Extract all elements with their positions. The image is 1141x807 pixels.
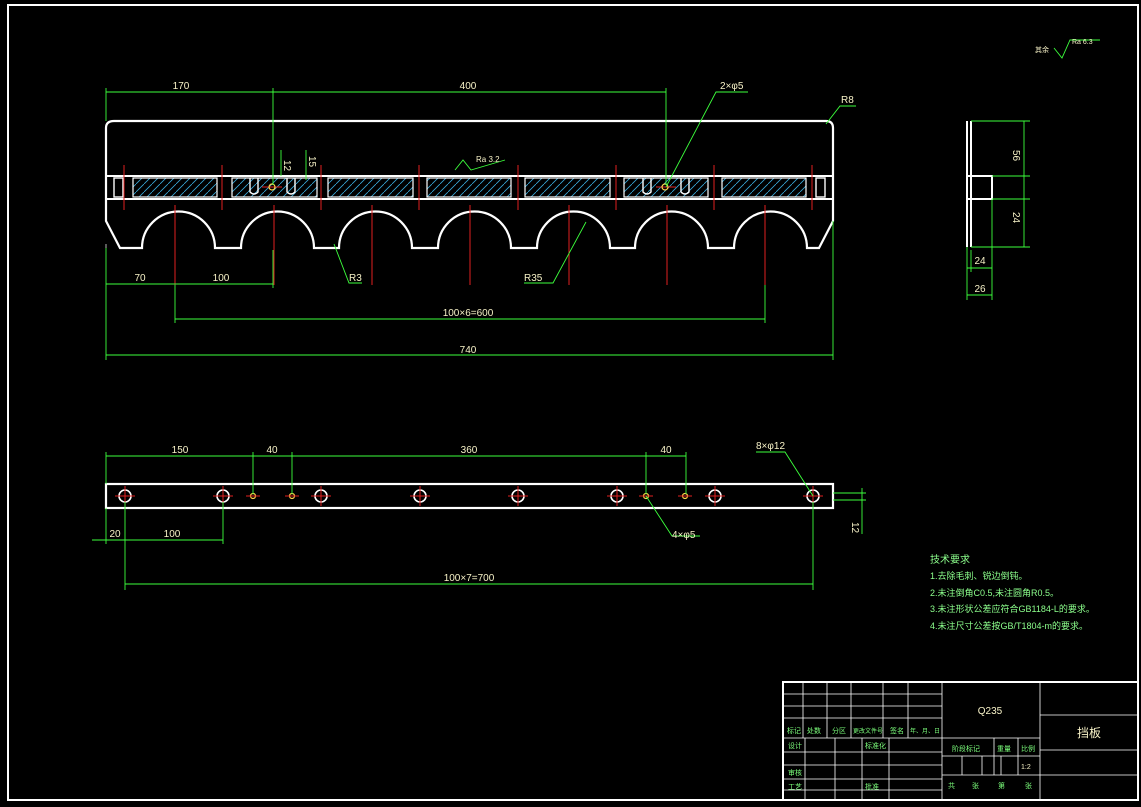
technical-requirements: 技术要求 1.去除毛刺、锐边倒钝。 2.未注倒角C0.5,未注圆角R0.5。 3… (930, 553, 1095, 631)
requirement-item: 1.去除毛刺、锐边倒钝。 (930, 570, 1028, 581)
rev-header-zone: 分区 (832, 726, 846, 735)
role-approve: 批准 (865, 782, 879, 791)
title-block: Q235 挡板 标记 处数 分区 更改文件号 签名 年、月、日 设计 标准化 审… (782, 681, 1139, 801)
dim-150: 150 (172, 445, 189, 456)
dim-170: 170 (173, 81, 190, 92)
scale-value: 1:2 (1021, 764, 1031, 771)
sheet-no-prefix: 第 (998, 781, 1005, 790)
requirement-item: 4.未注尺寸公差按GB/T1804-m的要求。 (930, 620, 1088, 631)
dim-100x7-700: 100×7=700 (444, 573, 495, 584)
dim-100x6-600: 100×6=600 (443, 308, 494, 319)
role-design: 设计 (788, 741, 802, 750)
dim-8x-phi12: 8×φ12 (756, 441, 785, 452)
dim-24-horizontal: 24 (974, 256, 986, 267)
dim-2x-phi5: 2×φ5 (720, 81, 744, 92)
top-view: 150 40 360 40 8×φ12 20 100 4×φ5 12 100×7… (92, 441, 866, 590)
front-view: 170 400 2×φ5 R8 12 15 Ra 3.2 70 100 R3 R… (104, 81, 856, 360)
dim-r3: R3 (349, 273, 362, 284)
requirement-item: 2.未注倒角C0.5,未注圆角R0.5。 (930, 587, 1059, 598)
rev-header-mark: 标记 (787, 726, 801, 735)
rev-header-date: 年、月、日 (910, 727, 940, 735)
material: Q235 (978, 706, 1003, 717)
dim-400: 400 (460, 81, 477, 92)
sheet-total-prefix: 共 (948, 781, 955, 790)
dim-r8: R8 (841, 95, 854, 106)
dim-26: 26 (974, 284, 986, 295)
svg-text:Ra 6.3: Ra 6.3 (1072, 39, 1093, 46)
rev-header-sign: 签名 (890, 726, 904, 735)
stage-label: 阶段标记 (952, 744, 980, 753)
dim-4x-phi5: 4×φ5 (672, 530, 696, 541)
sheet-no-suffix: 张 (1025, 781, 1032, 790)
roughness-general-note: 其余 Ra 6.3 (1035, 39, 1100, 59)
dim-24-vertical: 24 (1010, 212, 1021, 224)
requirement-item: 3.未注形状公差应符合GB1184-L的要求。 (930, 603, 1095, 614)
dim-12: 12 (281, 160, 292, 172)
dim-15: 15 (306, 156, 317, 168)
scale-label: 比例 (1021, 744, 1035, 753)
dim-40-left: 40 (266, 445, 278, 456)
dim-70: 70 (134, 273, 146, 284)
role-review: 审核 (788, 768, 802, 777)
requirements-title: 技术要求 (930, 553, 970, 566)
drawing-border (7, 4, 1139, 801)
cad-drawing: 170 400 2×φ5 R8 12 15 Ra 3.2 70 100 R3 R… (7, 4, 1139, 801)
dim-100-top: 100 (164, 529, 181, 540)
sheet-total-suffix: 张 (972, 781, 979, 790)
side-view: 56 24 24 26 (966, 120, 1030, 300)
rev-header-docno: 更改文件号 (853, 727, 883, 735)
dim-56: 56 (1010, 150, 1021, 162)
weight-label: 重量 (997, 745, 1011, 753)
dim-40-right: 40 (660, 445, 672, 456)
dim-12-thickness: 12 (849, 522, 860, 534)
dim-20: 20 (109, 529, 121, 540)
dim-100: 100 (213, 273, 230, 284)
roughness-ra32: Ra 3.2 (476, 155, 500, 164)
dim-360: 360 (461, 445, 478, 456)
rev-header-count: 处数 (807, 726, 821, 735)
dim-r35: R35 (524, 273, 543, 284)
dim-740: 740 (460, 345, 477, 356)
svg-text:其余: 其余 (1035, 45, 1049, 54)
role-process: 工艺 (788, 783, 802, 791)
role-standardization: 标准化 (865, 741, 886, 750)
part-name: 挡板 (1077, 726, 1101, 740)
